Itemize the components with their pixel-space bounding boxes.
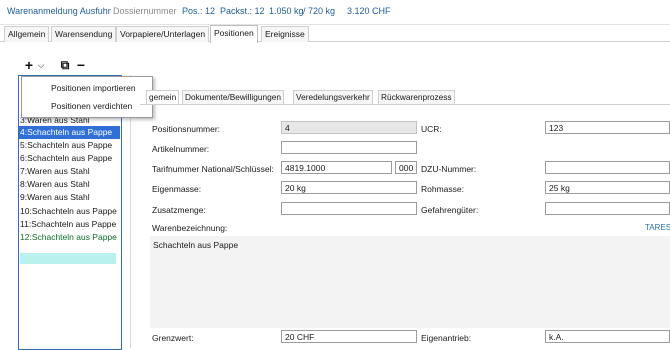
tab-vorpapiere[interactable]: Vorpapiere/Unterlagen xyxy=(116,26,210,42)
packages-count: Packst.: 12 xyxy=(220,6,265,16)
tarifnummer-field[interactable]: 4819.1000 xyxy=(281,161,392,174)
tarifnummer-label: Tarifnummer National/Schlüssel: xyxy=(152,164,274,174)
subtab-divider xyxy=(140,104,670,105)
list-item[interactable]: 9:Waren aus Stahl xyxy=(20,191,90,204)
tab-ereignisse[interactable]: Ereignisse xyxy=(261,26,309,42)
menu-item-import[interactable]: Positionen importieren xyxy=(51,83,136,93)
ucr-field[interactable]: 123 xyxy=(545,121,670,134)
list-item[interactable]: 8:Waren aus Stahl xyxy=(20,178,90,191)
subtab-dokumente[interactable]: Dokumente/Bewilligungen xyxy=(182,90,284,104)
list-item-selected[interactable]: 4:Schachteln aus Pappe xyxy=(19,126,120,139)
add-icon[interactable]: + xyxy=(22,56,36,74)
tab-warensendung[interactable]: Warensendung xyxy=(51,26,117,42)
add-dropdown-menu: Positionen importieren Positionen verdic… xyxy=(21,76,153,118)
eigenantrieb-label: Eigenantrieb: xyxy=(421,333,472,343)
subtab-rueckwaren[interactable]: Rückwarenprozess xyxy=(378,90,455,104)
list-item[interactable]: 7:Waren aus Stahl xyxy=(20,165,90,178)
tares-link[interactable]: TARES xyxy=(645,223,670,232)
warenbezeichnung-label: Warenbezeichnung: xyxy=(152,223,228,233)
positionsnummer-label: Positionsnummer: xyxy=(152,124,221,134)
zusatzmenge-field[interactable] xyxy=(281,202,417,215)
rohmasse-field[interactable]: 25 kg xyxy=(545,181,670,194)
tarif-key-field[interactable]: 000 xyxy=(395,161,417,174)
gefahrengueter-field[interactable] xyxy=(545,202,670,215)
list-item[interactable]: 11:Schachteln aus Pappe xyxy=(20,218,116,231)
tab-positionen[interactable]: Positionen xyxy=(210,25,258,43)
net-weight: / 720 kg xyxy=(303,6,336,16)
artikelnummer-field[interactable] xyxy=(281,141,417,154)
dossier-number: Dossiernummer xyxy=(113,6,177,16)
list-item[interactable]: 10:Schachteln aus Pappe xyxy=(20,205,117,218)
total-value: 3.120 CHF xyxy=(347,6,391,16)
copy-icon[interactable]: ⧉ xyxy=(58,56,72,74)
grenzwert-label: Grenzwert: xyxy=(152,333,194,343)
tab-allgemein[interactable]: Allgemein xyxy=(4,26,50,42)
list-item[interactable]: 6:Schachteln aus Pappe xyxy=(20,152,112,165)
chevron-down-icon[interactable]: ⌵ xyxy=(36,56,46,74)
app-title: Warenanmeldung Ausfuhr xyxy=(7,6,111,16)
rohmasse-label: Rohmasse: xyxy=(421,184,464,194)
list-item[interactable]: 5:Schachteln aus Pappe xyxy=(20,139,112,152)
dzu-field[interactable] xyxy=(545,161,670,174)
zusatzmenge-label: Zusatzmenge: xyxy=(152,205,206,215)
positions-count: Pos.: 12 xyxy=(182,6,216,16)
eigenmasse-field[interactable]: 20 kg xyxy=(281,181,417,194)
eigenantrieb-select[interactable]: k.A. xyxy=(545,330,670,343)
gross-weight: 1.050 kg xyxy=(269,6,304,16)
subtab-allgemein[interactable]: gemein xyxy=(146,90,180,104)
list-item[interactable]: 12:Schachteln aus Pappe xyxy=(20,231,117,244)
artikelnummer-label: Artikelnummer: xyxy=(152,144,210,154)
subtab-veredelung[interactable]: Veredelungsverkehr xyxy=(293,90,373,104)
ucr-label: UCR: xyxy=(421,124,442,134)
list-highlight-bar xyxy=(20,253,116,264)
positionsnummer-field[interactable]: 4 xyxy=(281,121,417,134)
menu-item-condense[interactable]: Positionen verdichten xyxy=(51,101,132,111)
grenzwert-field[interactable]: 20 CHF xyxy=(281,330,417,343)
title-bar: Warenanmeldung Ausfuhr Dossiernummer Pos… xyxy=(0,0,670,25)
warenbezeichnung-text: Schachteln aus Pappe xyxy=(153,240,239,250)
gefahrengueter-label: Gefahrengüter: xyxy=(421,205,479,215)
dzu-label: DZU-Nummer: xyxy=(421,164,477,174)
warenbezeichnung-textarea[interactable]: Schachteln aus Pappe xyxy=(150,236,670,328)
remove-icon[interactable]: − xyxy=(75,56,87,74)
eigenmasse-label: Eigenmasse: xyxy=(152,184,202,194)
